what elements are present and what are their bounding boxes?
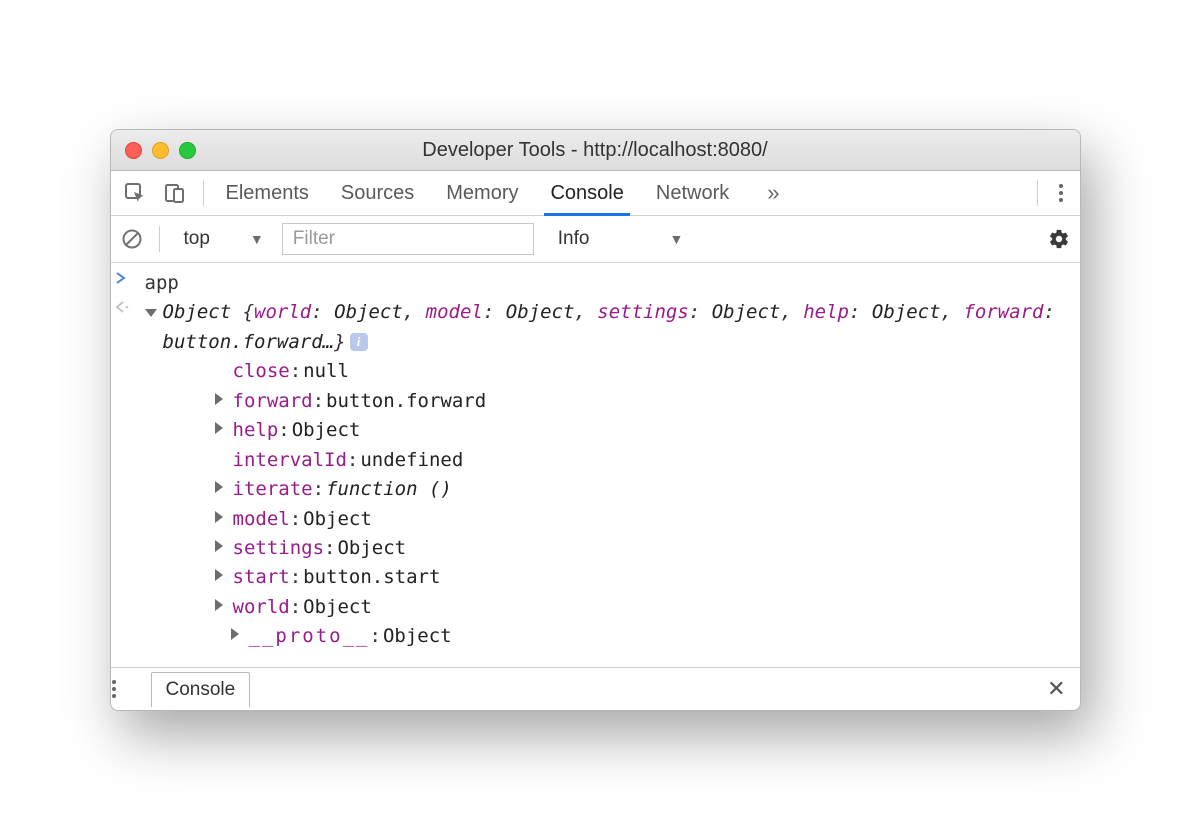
inspect-element-icon[interactable] (117, 175, 153, 211)
prop-key: start (233, 563, 290, 592)
property-row[interactable]: settings: Object (215, 534, 1076, 563)
drawer-close-icon[interactable]: ✕ (1047, 676, 1065, 702)
prop-value: Object (303, 593, 372, 622)
prop-value: Object (337, 534, 406, 563)
prop-sep: : (278, 416, 289, 445)
info-icon[interactable]: i (350, 333, 368, 351)
tab-memory[interactable]: Memory (444, 174, 520, 213)
dropdown-caret-icon: ▼ (250, 231, 264, 247)
clear-console-icon[interactable] (121, 228, 143, 250)
prop-value: button.start (303, 563, 440, 592)
console-input-text[interactable]: app (145, 269, 179, 298)
divider (159, 226, 160, 252)
drawer-kebab-icon[interactable] (111, 678, 147, 700)
expand-arrow-icon[interactable] (231, 622, 249, 651)
prop-value: undefined (360, 446, 463, 475)
input-prompt-icon (115, 269, 145, 284)
tab-sources[interactable]: Sources (339, 174, 416, 213)
prop-sep: : (290, 357, 301, 386)
object-properties: close: nullforward: button.forwardhelp: … (145, 357, 1076, 622)
prop-key: model (233, 505, 290, 534)
expand-arrow-icon[interactable] (215, 505, 233, 534)
property-row[interactable]: start: button.start (215, 563, 1076, 592)
expand-arrow-icon[interactable] (215, 475, 233, 504)
expand-arrow-icon[interactable] (215, 593, 233, 622)
console-settings-icon[interactable] (1048, 228, 1070, 250)
tabs-overflow-icon[interactable]: » (759, 180, 787, 206)
drawer-tab-console[interactable]: Console (151, 672, 251, 707)
expand-arrow-icon[interactable] (215, 563, 233, 592)
log-level-selector[interactable]: Info ▼ (558, 228, 684, 250)
tab-network[interactable]: Network (654, 174, 731, 213)
divider (1037, 180, 1038, 206)
devtools-tabstrip: Elements Sources Memory Console Network … (111, 171, 1080, 216)
drawer-bar: Console ✕ (111, 667, 1080, 710)
output-marker-icon (115, 298, 145, 313)
console-output: app Object {world: Object, model: Object… (111, 263, 1080, 667)
prop-value: Object (292, 416, 361, 445)
divider (203, 180, 204, 206)
devtools-window: Developer Tools - http://localhost:8080/… (110, 129, 1081, 711)
prop-sep: : (290, 505, 301, 534)
prop-value: button.forward (326, 387, 486, 416)
device-toolbar-icon[interactable] (157, 175, 193, 211)
prop-sep: : (313, 387, 324, 416)
proto-key: __proto__ (249, 622, 370, 651)
expand-arrow-icon[interactable] (215, 416, 233, 445)
property-row[interactable]: close: null (215, 357, 1076, 386)
property-row[interactable]: help: Object (215, 416, 1076, 445)
tabs: Elements Sources Memory Console Network … (224, 174, 1027, 213)
prop-sep: : (290, 593, 301, 622)
filter-input[interactable]: Filter (282, 223, 534, 255)
prop-key: forward (233, 387, 313, 416)
prop-sep: : (347, 446, 358, 475)
property-row[interactable]: iterate: function () (215, 475, 1076, 504)
property-row[interactable]: model: Object (215, 505, 1076, 534)
console-toolbar: top ▼ Filter Info ▼ (111, 216, 1080, 263)
expand-arrow-icon[interactable] (215, 387, 233, 416)
level-label: Info (558, 228, 590, 250)
property-row[interactable]: forward: button.forward (215, 387, 1076, 416)
prop-sep: : (324, 534, 335, 563)
prop-key: world (233, 593, 290, 622)
prop-sep: : (290, 563, 301, 592)
window-title: Developer Tools - http://localhost:8080/ (111, 139, 1080, 162)
property-row[interactable]: world: Object (215, 593, 1076, 622)
prop-sep: : (313, 475, 324, 504)
prop-key: iterate (233, 475, 313, 504)
settings-kebab-icon[interactable] (1048, 182, 1074, 204)
console-result-row: Object {world: Object, model: Object, se… (115, 298, 1076, 651)
prop-key: settings (233, 534, 325, 563)
prop-key: intervalId (233, 446, 347, 475)
expand-toggle-icon[interactable] (145, 304, 157, 324)
prop-sep: : (369, 622, 380, 651)
proto-value: Object (383, 622, 452, 651)
prop-key: close (233, 357, 290, 386)
dropdown-caret-icon: ▼ (669, 231, 683, 247)
titlebar: Developer Tools - http://localhost:8080/ (111, 130, 1080, 171)
prop-value: null (303, 357, 349, 386)
context-label: top (184, 228, 210, 250)
console-input-row: app (115, 269, 1076, 298)
property-row[interactable]: intervalId: undefined (215, 446, 1076, 475)
tab-elements[interactable]: Elements (224, 174, 311, 213)
property-row[interactable]: __proto__: Object (231, 622, 1076, 651)
object-summary[interactable]: Object {world: Object, model: Object, se… (163, 298, 1076, 357)
prop-value: Object (303, 505, 372, 534)
filter-placeholder: Filter (293, 228, 335, 250)
expand-arrow-icon[interactable] (215, 534, 233, 563)
prop-key: help (233, 416, 279, 445)
prop-value: function () (326, 475, 452, 504)
tab-console[interactable]: Console (548, 174, 625, 213)
execution-context-selector[interactable]: top ▼ (176, 228, 272, 250)
